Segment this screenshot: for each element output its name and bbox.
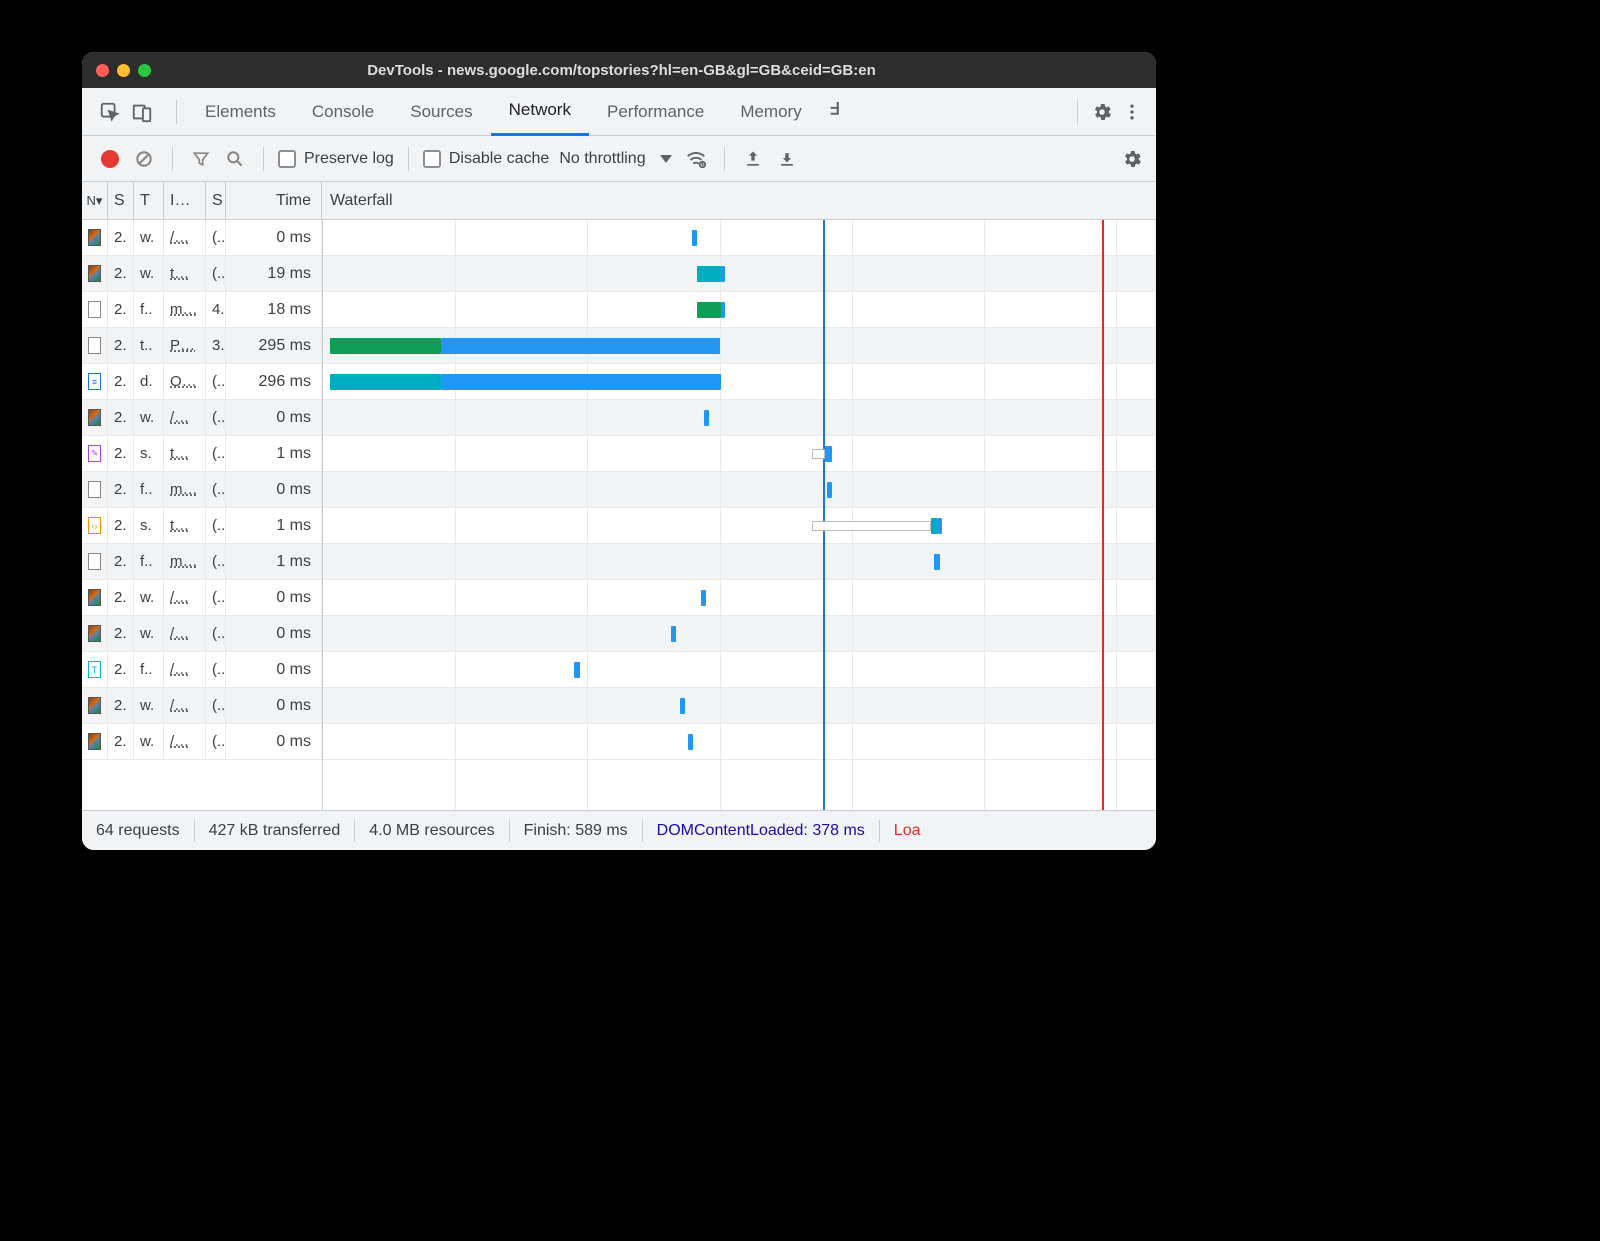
inspect-icon[interactable] xyxy=(96,98,124,126)
blank-file-icon xyxy=(88,301,101,318)
status-requests: 64 requests xyxy=(96,822,180,840)
tab-performance[interactable]: Performance xyxy=(589,88,722,136)
img-file-icon xyxy=(88,733,101,750)
waterfall-bar-green[interactable] xyxy=(330,338,441,354)
traffic-lights xyxy=(96,64,151,77)
img-file-icon xyxy=(88,409,101,426)
throttling-label: No throttling xyxy=(559,150,645,168)
col-time[interactable]: Time xyxy=(226,182,322,219)
filter-icon[interactable] xyxy=(187,145,215,173)
download-har-icon[interactable] xyxy=(773,145,801,173)
network-conditions-icon[interactable] xyxy=(682,145,710,173)
script-file-icon: ‹› xyxy=(88,517,101,534)
kebab-menu-icon[interactable] xyxy=(1118,98,1146,126)
tab-console[interactable]: Console xyxy=(294,88,392,136)
blank-file-icon xyxy=(88,481,101,498)
network-table-header: N▾ S T I… S Time Waterfall xyxy=(82,182,1156,220)
separator xyxy=(408,147,409,171)
waterfall-bar-blue[interactable] xyxy=(721,302,725,318)
status-transferred: 427 kB transferred xyxy=(209,822,341,840)
col-status[interactable]: S xyxy=(108,182,134,219)
waterfall-bar-blue[interactable] xyxy=(574,662,579,678)
device-toggle-icon[interactable] xyxy=(128,98,156,126)
tab-elements[interactable]: Elements xyxy=(187,88,294,136)
doc-file-icon: ≡ xyxy=(88,373,101,390)
waterfall-bar-wait[interactable] xyxy=(812,449,825,459)
separator xyxy=(724,147,725,171)
waterfall-bar-blue[interactable] xyxy=(825,446,832,462)
preserve-log-checkbox[interactable]: Preserve log xyxy=(278,150,394,168)
devtools-window: DevTools - news.google.com/topstories?hl… xyxy=(82,52,1156,850)
blank-file-icon xyxy=(88,553,101,570)
tab-network[interactable]: Network xyxy=(491,88,589,136)
status-load: Loa xyxy=(894,822,921,840)
preserve-log-label: Preserve log xyxy=(304,150,394,168)
waterfall-bar-teal[interactable] xyxy=(330,374,441,390)
minimize-window-button[interactable] xyxy=(117,64,130,77)
disable-cache-checkbox[interactable]: Disable cache xyxy=(423,150,550,168)
blank-file-icon xyxy=(88,337,101,354)
search-icon[interactable] xyxy=(221,145,249,173)
waterfall-bar-blue[interactable] xyxy=(938,518,942,534)
status-resources: 4.0 MB resources xyxy=(369,822,494,840)
settings-gear-icon[interactable] xyxy=(1088,98,1116,126)
waterfall-bar-blue[interactable] xyxy=(441,338,720,354)
status-finish: Finish: 589 ms xyxy=(524,822,628,840)
record-button[interactable] xyxy=(96,145,124,173)
network-toolbar: Preserve log Disable cache No throttling xyxy=(82,136,1156,182)
separator xyxy=(263,147,264,171)
separator xyxy=(172,147,173,171)
waterfall-bar-blue[interactable] xyxy=(701,590,706,606)
waterfall-area xyxy=(322,220,1156,810)
waterfall-bar-blue[interactable] xyxy=(688,734,693,750)
font-file-icon: T xyxy=(88,661,101,678)
separator xyxy=(176,100,177,124)
waterfall-bar-blue[interactable] xyxy=(704,410,709,426)
col-name[interactable]: N▾ xyxy=(82,182,108,219)
waterfall-bar-blue[interactable] xyxy=(441,374,721,390)
waterfall-bar-blue[interactable] xyxy=(721,266,725,282)
waterfall-bar-green[interactable] xyxy=(697,302,721,318)
upload-har-icon[interactable] xyxy=(739,145,767,173)
img-file-icon xyxy=(88,697,101,714)
separator xyxy=(1077,100,1078,124)
col-initiator[interactable]: I… xyxy=(164,182,206,219)
titlebar: DevTools - news.google.com/topstories?hl… xyxy=(82,52,1156,88)
img-file-icon xyxy=(88,265,101,282)
waterfall-bar-teal[interactable] xyxy=(931,518,938,534)
status-dcl: DOMContentLoaded: 378 ms xyxy=(657,822,865,840)
dropdown-icon xyxy=(660,155,672,163)
clear-icon[interactable] xyxy=(130,145,158,173)
waterfall-bar-blue[interactable] xyxy=(934,554,941,570)
waterfall-bar-blue[interactable] xyxy=(827,482,832,498)
img-file-icon xyxy=(88,229,101,246)
col-type[interactable]: T xyxy=(134,182,164,219)
img-file-icon xyxy=(88,589,101,606)
throttling-select[interactable]: No throttling xyxy=(555,150,675,168)
tab-memory[interactable]: Memory xyxy=(722,88,819,136)
img-file-icon xyxy=(88,625,101,642)
waterfall-bar-teal[interactable] xyxy=(697,266,721,282)
disable-cache-label: Disable cache xyxy=(449,150,550,168)
network-table-body: 2.w./…(..0 ms2.w.t…(..19 ms2.f..m…4.18 m… xyxy=(82,220,1156,810)
css-file-icon: ✎ xyxy=(88,445,101,462)
tab-sources[interactable]: Sources xyxy=(392,88,490,136)
fullscreen-window-button[interactable] xyxy=(138,64,151,77)
close-window-button[interactable] xyxy=(96,64,109,77)
waterfall-bar-blue[interactable] xyxy=(671,626,676,642)
network-settings-gear-icon[interactable] xyxy=(1118,145,1146,173)
waterfall-bar-blue[interactable] xyxy=(680,698,685,714)
col-size[interactable]: S xyxy=(206,182,226,219)
more-tabs-icon[interactable] xyxy=(822,98,850,126)
window-title: DevTools - news.google.com/topstories?hl… xyxy=(151,62,1092,79)
waterfall-bar-blue[interactable] xyxy=(692,230,697,246)
status-bar: 64 requests 427 kB transferred 4.0 MB re… xyxy=(82,810,1156,850)
col-waterfall[interactable]: Waterfall xyxy=(322,182,1156,219)
waterfall-bar-wait[interactable] xyxy=(812,521,931,531)
panel-tabs: ElementsConsoleSourcesNetworkPerformance… xyxy=(82,88,1156,136)
